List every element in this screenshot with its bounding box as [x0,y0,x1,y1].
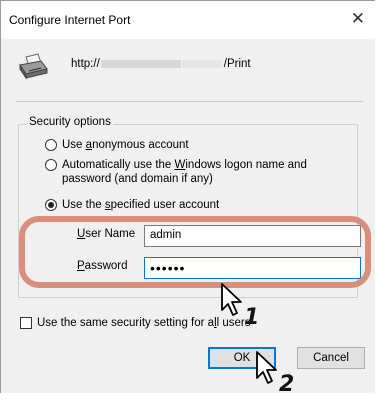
configure-internet-port-dialog: Configure Internet Port ✕ http:///Print … [0,0,375,393]
printer-icon [19,53,48,80]
url-redacted-part [181,59,222,68]
step-number-1: 1 [244,305,260,330]
same-setting-all-users[interactable]: Use the same security setting for all us… [20,317,251,329]
radio-button[interactable] [45,159,57,171]
mouse-pointer-icon [256,351,277,384]
radio-label: Automatically use the Windows logon name… [62,159,307,185]
radio-anonymous-account[interactable]: Use anonymous account [45,138,352,152]
radio-button-selected[interactable] [45,199,57,211]
url-prefix: http:// [71,58,100,70]
url-suffix: /Print [223,58,251,70]
radio-windows-logon[interactable]: Automatically use the Windows logon name… [45,158,352,186]
window-title: Configure Internet Port [9,13,131,27]
checkbox-label: Use the same security setting for all us… [37,317,251,329]
credentials-highlight [19,216,371,288]
divider [16,101,363,102]
radio-button[interactable] [45,139,57,151]
url-redacted-host [100,59,181,68]
step-number-2: 2 [279,372,295,397]
port-url: http:// /Print [71,58,251,70]
title-bar: Configure Internet Port ✕ [1,1,375,39]
radio-label: Use the specified user account [62,199,220,211]
mouse-pointer-icon [221,283,242,316]
radio-label: Use anonymous account [62,139,189,151]
checkbox[interactable] [20,317,32,329]
security-options-label: Security options [27,116,113,128]
cancel-button[interactable]: Cancel [297,347,365,369]
radio-specified-user-account[interactable]: Use the specified user account [45,198,352,212]
close-icon[interactable]: ✕ [351,9,365,29]
